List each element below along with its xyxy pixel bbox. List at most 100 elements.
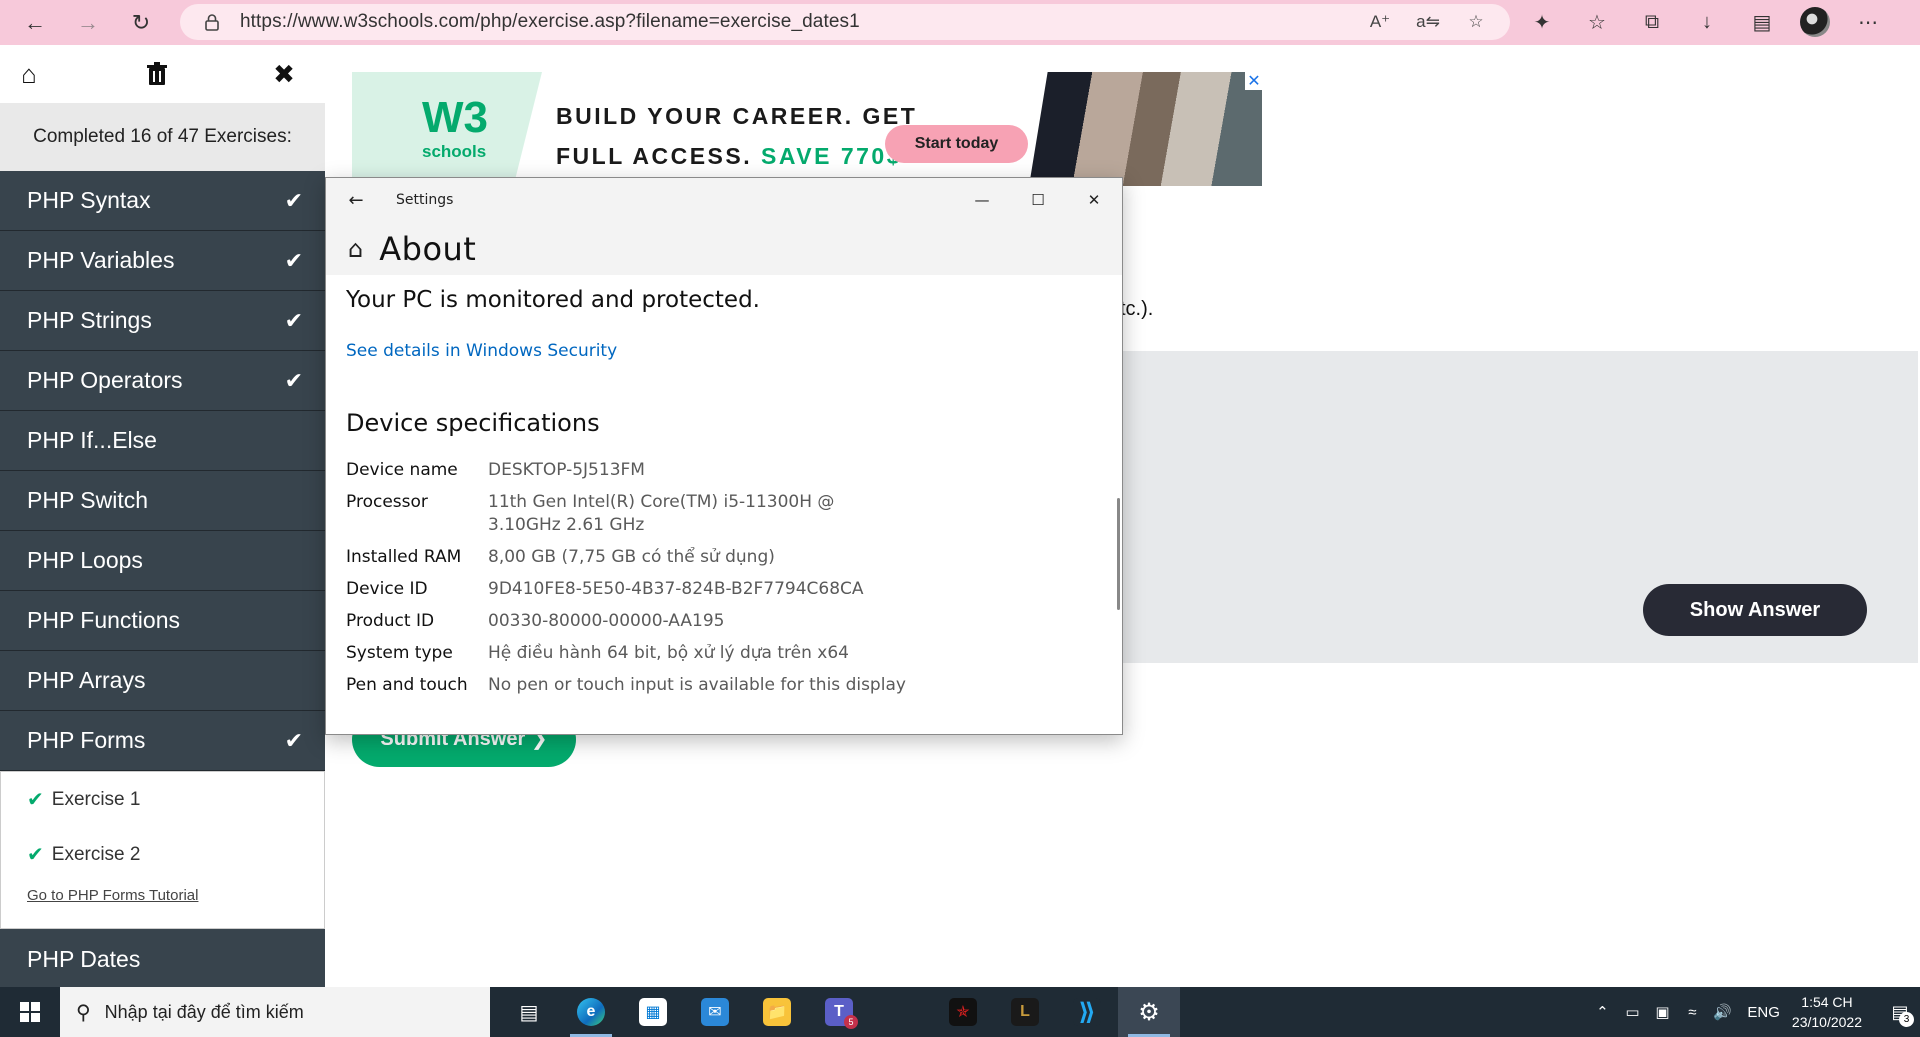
taskbar: ⚲ Nhập tại đây để tìm kiếm ▤ e ▦ ✉ 📁 T5 … — [0, 987, 1920, 1037]
spec-value[interactable]: 8,00 GB (7,75 GB có thể sử dụng) — [488, 546, 908, 569]
home-icon[interactable]: ⌂ — [14, 59, 44, 89]
back-icon[interactable]: ← — [17, 5, 53, 41]
battery-icon[interactable]: ▭ — [1618, 998, 1646, 1026]
settings-page-header: ⌂ About — [326, 222, 1122, 275]
device-specs-heading: Device specifications — [346, 409, 600, 437]
lesson-php-dates[interactable]: PHP Dates — [0, 929, 325, 989]
lesson-php-if-else[interactable]: PHP If...Else — [0, 411, 325, 471]
game-app-icon[interactable]: ✯ — [932, 987, 994, 1037]
start-today-button[interactable]: Start today — [885, 125, 1028, 163]
file-explorer-icon[interactable]: 📁 — [746, 987, 808, 1037]
spec-value[interactable]: 9D410FE8-5E50-4B37-824B-B2F7794C68CA — [488, 578, 908, 601]
search-icon: ⚲ — [76, 1001, 91, 1024]
favorites-icon[interactable]: ☆ — [1580, 5, 1614, 39]
spec-value[interactable]: DESKTOP-5J513FM — [488, 459, 908, 482]
vscode-icon[interactable]: ⟫ — [1056, 987, 1118, 1037]
exercise-instruction-tail: tc.). — [1120, 298, 1154, 320]
ad-line-1: BUILD YOUR CAREER. GET — [556, 103, 918, 129]
extensions-icon[interactable]: ✦ — [1525, 5, 1559, 39]
chevron-up-icon[interactable]: ⌃ — [1588, 998, 1616, 1026]
close-icon[interactable]: ✕ — [1066, 178, 1122, 222]
lesson-php-operators[interactable]: PHP Operators ✔ — [0, 351, 325, 411]
taskbar-search[interactable]: ⚲ Nhập tại đây để tìm kiếm — [60, 987, 490, 1037]
mail-icon[interactable]: ✉ — [684, 987, 746, 1037]
downloads-icon[interactable]: ↓ — [1690, 5, 1724, 39]
store-icon[interactable]: ▦ — [622, 987, 684, 1037]
ad-line-2: FULL ACCESS. SAVE 770$ — [556, 136, 917, 176]
lesson-label: PHP Switch — [27, 487, 149, 513]
windows-security-link[interactable]: See details in Windows Security — [346, 341, 1102, 361]
collections-icon[interactable]: ⧉ — [1635, 5, 1669, 39]
refresh-icon[interactable]: ↻ — [123, 5, 159, 41]
league-client-icon[interactable]: L — [994, 987, 1056, 1037]
ad-banner[interactable]: W3 schools BUILD YOUR CAREER. GET FULL A… — [352, 72, 1263, 186]
logo-small: schools — [422, 142, 487, 161]
check-icon: ✔ — [284, 367, 303, 393]
translate-icon[interactable]: a⇋ — [1416, 10, 1440, 34]
address-bar[interactable]: https://www.w3schools.com/php/exercise.a… — [180, 4, 1510, 40]
lesson-php-syntax[interactable]: PHP Syntax ✔ — [0, 171, 325, 231]
spec-value[interactable]: 11th Gen Intel(R) Core(TM) i5-11300H @ 3… — [488, 491, 908, 537]
maximize-icon[interactable]: ☐ — [1010, 178, 1066, 222]
lesson-label: PHP Arrays — [27, 667, 146, 693]
spec-label: Device name — [346, 460, 458, 480]
lesson-label: PHP Syntax — [27, 187, 151, 213]
spec-row: Pen and touch No pen or touch input is av… — [346, 674, 1102, 697]
url-text[interactable]: https://www.w3schools.com/php/exercise.a… — [240, 11, 860, 33]
read-aloud-icon[interactable]: A⁺ — [1368, 10, 1392, 34]
teams-icon[interactable]: T5 — [808, 987, 870, 1037]
meet-now-icon[interactable]: ▣ — [1648, 998, 1676, 1026]
wifi-icon[interactable]: ≈ — [1678, 998, 1706, 1026]
clock[interactable]: 1:54 CH 23/10/2022 — [1792, 992, 1862, 1032]
show-answer-button[interactable]: Show Answer — [1643, 584, 1867, 636]
more-icon[interactable]: ⋯ — [1851, 5, 1885, 39]
spec-row: Processor 11th Gen Intel(R) Core(TM) i5-1… — [346, 491, 1102, 537]
task-view-icon[interactable]: ▤ — [498, 987, 560, 1037]
close-icon[interactable]: ✖ — [269, 59, 299, 89]
spec-value[interactable]: No pen or touch input is available for t… — [488, 674, 908, 697]
spec-value[interactable]: 00330-80000-00000-AA195 — [488, 610, 908, 633]
browser-toolbar: ← → ↻ https://www.w3schools.com/php/exer… — [0, 0, 1920, 45]
lesson-php-switch[interactable]: PHP Switch — [0, 471, 325, 531]
back-icon[interactable]: ← — [334, 178, 378, 222]
edge-icon[interactable]: e — [560, 987, 622, 1037]
blank-slot — [870, 987, 932, 1037]
spec-label: Pen and touch — [346, 675, 468, 695]
avatar[interactable] — [1800, 7, 1830, 37]
volume-icon[interactable]: 🔊 — [1708, 998, 1736, 1026]
lesson-label: PHP Strings — [27, 307, 152, 333]
ad-close-icon[interactable]: ✕ — [1245, 72, 1263, 90]
lesson-php-loops[interactable]: PHP Loops — [0, 531, 325, 591]
lesson-php-strings[interactable]: PHP Strings ✔ — [0, 291, 325, 351]
spec-row: Device name DESKTOP-5J513FM — [346, 459, 1102, 482]
page-title: About — [379, 229, 477, 268]
minimize-icon[interactable]: — — [954, 178, 1010, 222]
tutorial-link[interactable]: Go to PHP Forms Tutorial — [1, 887, 324, 904]
trash-icon[interactable] — [142, 59, 172, 89]
add-favorite-icon[interactable]: ☆ — [1464, 10, 1488, 34]
scrollbar[interactable] — [1117, 498, 1120, 610]
notification-icon[interactable]: ▤ 3 — [1880, 987, 1920, 1037]
lesson-php-forms[interactable]: PHP Forms ✔ — [0, 711, 325, 771]
lesson-php-variables[interactable]: PHP Variables ✔ — [0, 231, 325, 291]
start-button[interactable] — [0, 987, 60, 1037]
check-icon: ✔ — [284, 187, 303, 213]
settings-app-icon[interactable]: ⚙ — [1118, 987, 1180, 1037]
lesson-label: PHP Loops — [27, 547, 143, 573]
lesson-php-arrays[interactable]: PHP Arrays — [0, 651, 325, 711]
w3schools-logo: W3 schools — [422, 96, 488, 162]
exercise-item[interactable]: ✔ Exercise 2 — [1, 827, 324, 882]
ad-photo — [1029, 72, 1262, 186]
lesson-php-functions[interactable]: PHP Functions — [0, 591, 325, 651]
exercise-item[interactable]: ✔ Exercise 1 — [1, 772, 324, 827]
forward-icon[interactable]: → — [70, 5, 106, 41]
language-indicator[interactable]: ENG — [1747, 1004, 1780, 1021]
screenshot-icon[interactable]: ▤ — [1745, 5, 1779, 39]
exercise-label: Exercise 1 — [51, 788, 141, 810]
lock-icon[interactable] — [202, 12, 222, 32]
spec-label: Installed RAM — [346, 547, 462, 567]
logo-big: W3 — [422, 93, 488, 142]
check-icon: ✔ — [27, 789, 44, 811]
lesson-label: PHP Dates — [27, 945, 141, 972]
spec-value[interactable]: Hệ điều hành 64 bit, bộ xử lý dựa trên x… — [488, 642, 908, 665]
